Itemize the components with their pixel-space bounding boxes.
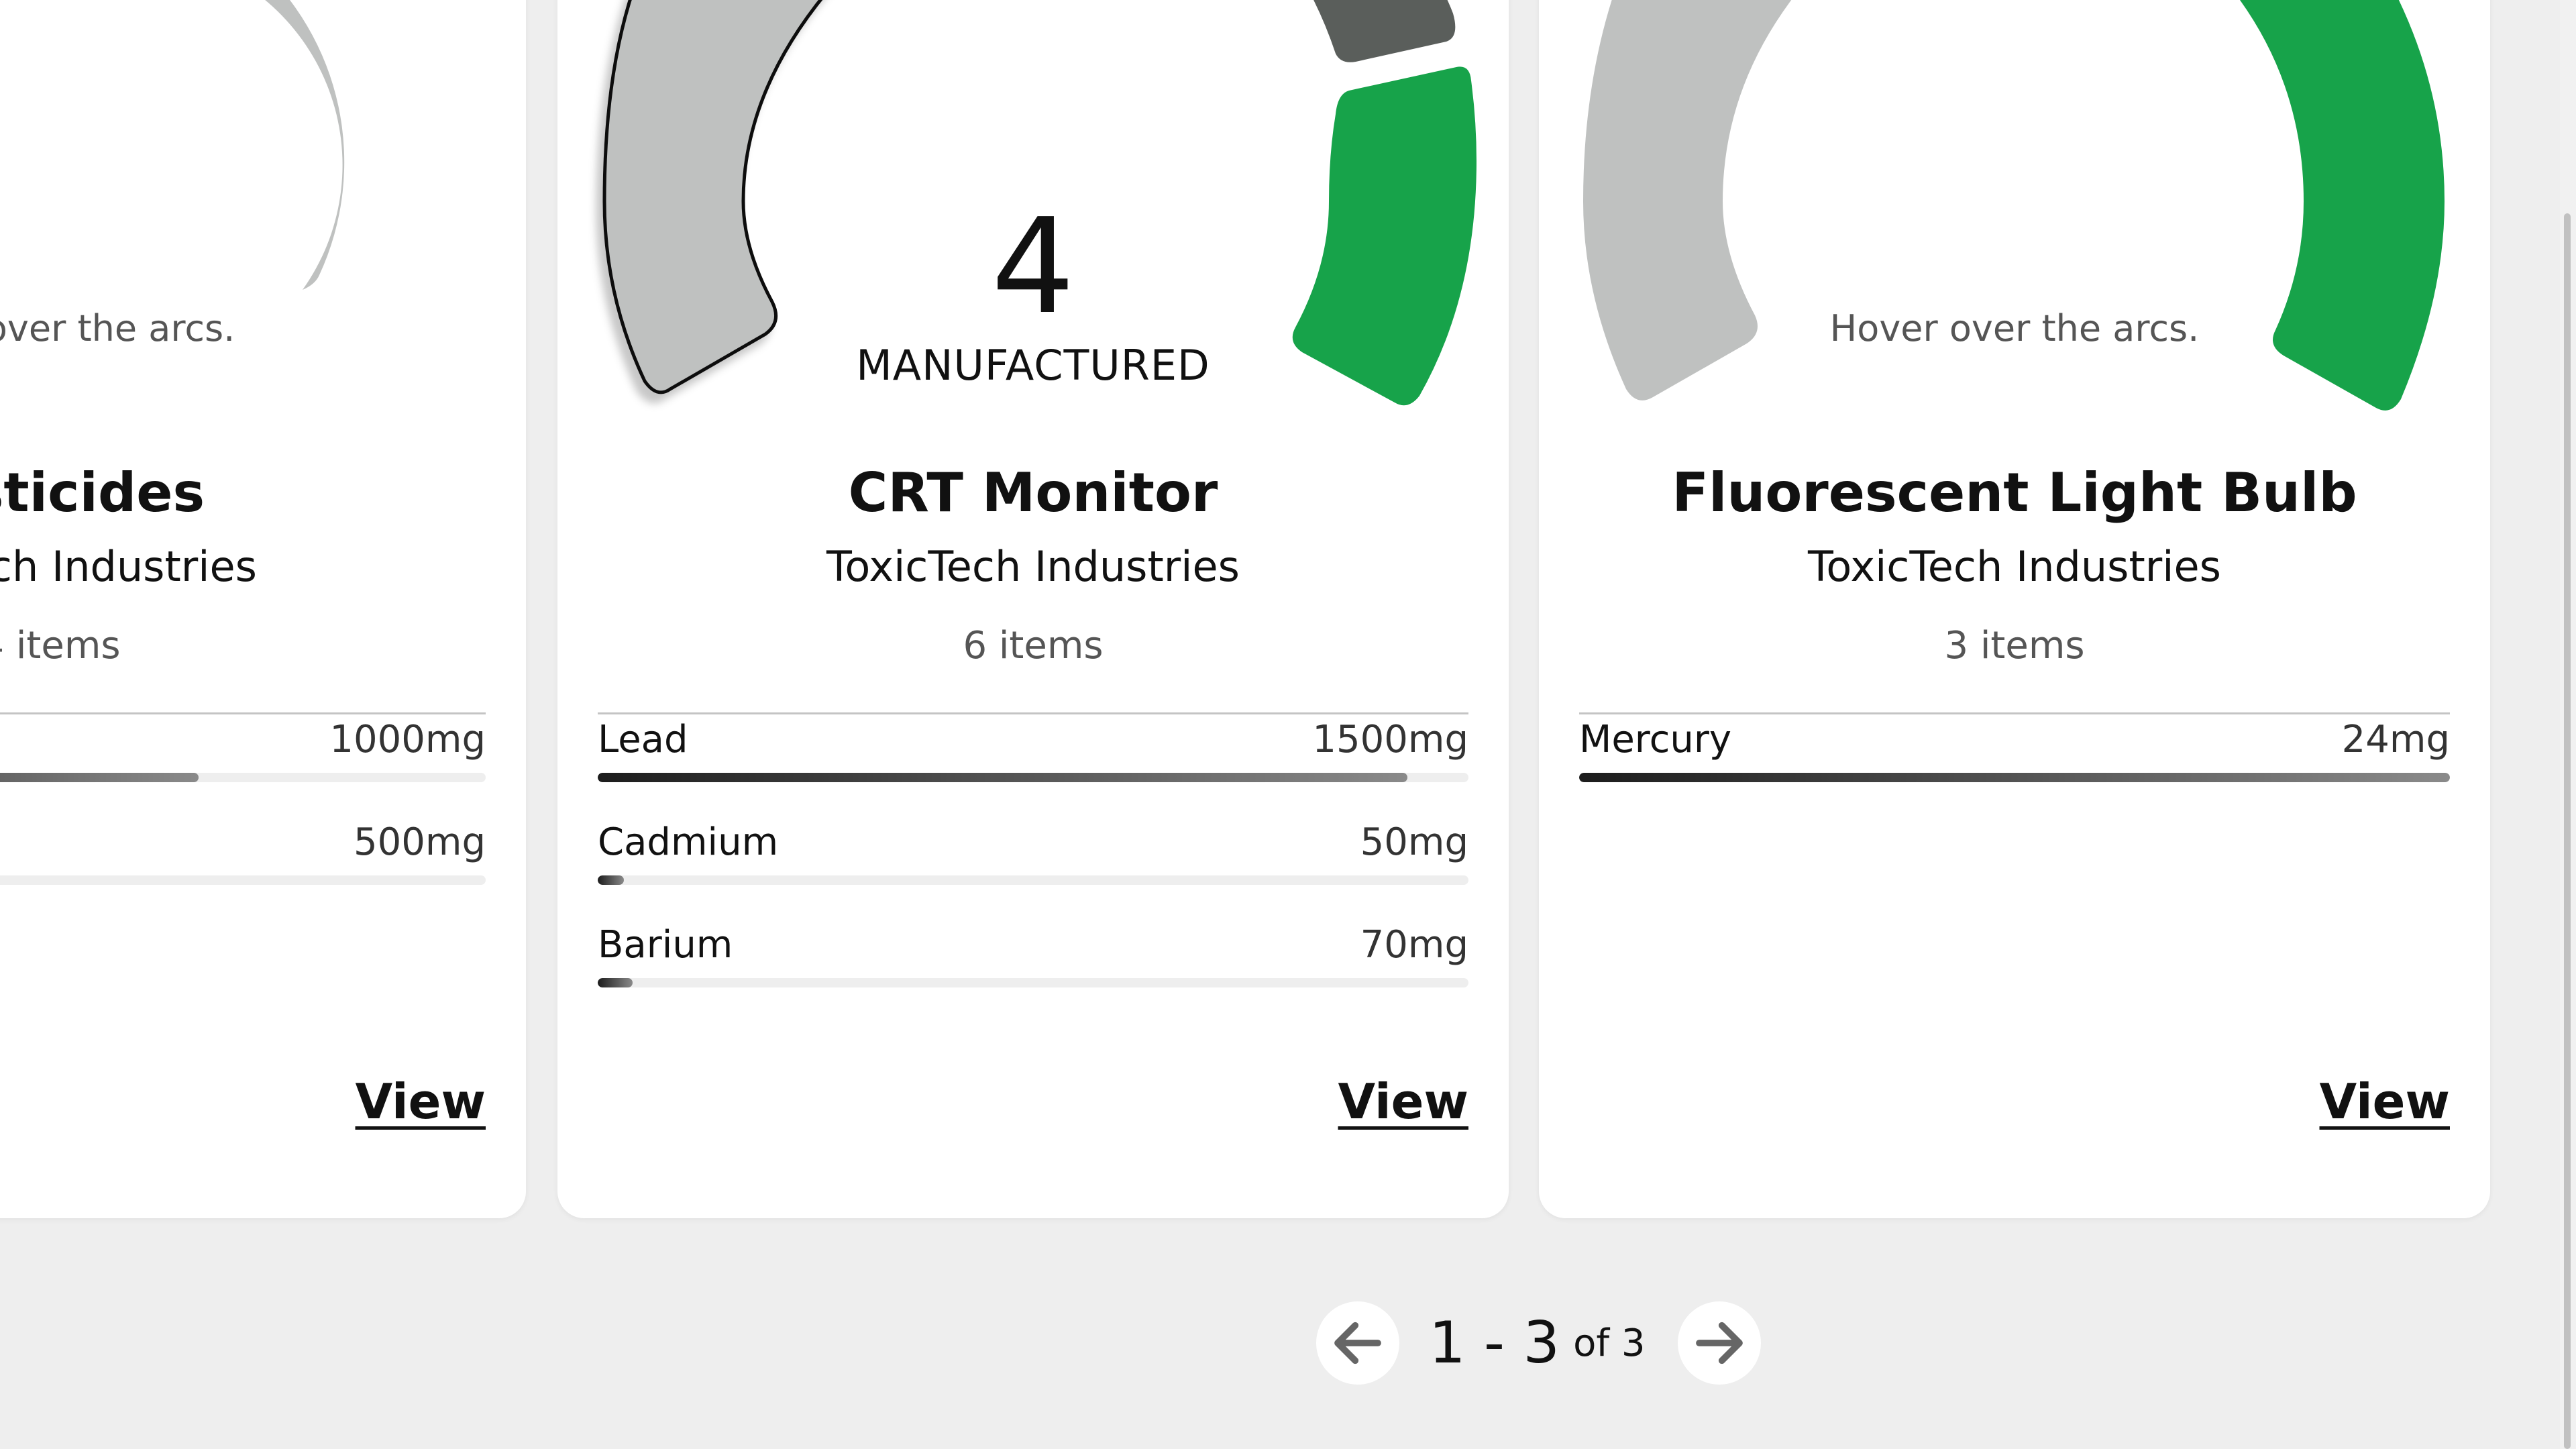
item-count: 4 items (0, 624, 121, 667)
substance-amount: 50mg (1360, 820, 1468, 864)
gauge-arc-gray-hovered[interactable] (602, 0, 853, 394)
substance-row: 1000mg (0, 718, 486, 785)
view-link[interactable]: View (1338, 1073, 1468, 1130)
product-card-crt-monitor: 4 MANUFACTURED CRT Monitor ToxicTech Ind… (557, 0, 1509, 1218)
substance-bar-track (0, 875, 486, 885)
gauge-center-label: MANUFACTURED (856, 341, 1210, 390)
substance-row: Cadmium 50mg (598, 820, 1468, 888)
substance-bar-fill (0, 773, 199, 782)
substance-row: Barium 70mg (598, 923, 1468, 990)
substance-bar-fill (598, 875, 624, 885)
item-count: 6 items (963, 624, 1104, 667)
card-divider (0, 712, 486, 714)
arrow-right-icon (1695, 1322, 1743, 1364)
substance-bar-fill (598, 978, 633, 987)
gauge-center-count: 4 (991, 191, 1075, 343)
pagination-total: of 3 (1573, 1321, 1646, 1365)
product-carousel: Hover over the arcs. Pesticides ToxicTec… (0, 0, 2576, 1449)
product-title: CRT Monitor (848, 462, 1218, 524)
substance-name: Lead (598, 718, 688, 761)
gauge-hover-hint: Hover over the arcs. (1829, 307, 2200, 350)
substance-name: Cadmium (598, 820, 779, 864)
gauge-chart (1583, 0, 2445, 411)
substance-amount: 70mg (1360, 923, 1468, 967)
substance-name: Barium (598, 923, 733, 967)
card-divider (1579, 712, 2450, 714)
product-title: Fluorescent Light Bulb (1672, 462, 2357, 524)
arrow-left-icon (1334, 1322, 1381, 1364)
gauge-arc-gray[interactable] (191, 0, 345, 290)
substance-bar-track (0, 773, 486, 782)
substance-bar-fill (1579, 773, 2450, 782)
gauge-chart (191, 0, 345, 290)
substance-amount: 500mg (354, 820, 486, 864)
card-divider (598, 712, 1468, 714)
substance-row: 500mg (0, 820, 486, 888)
gauge-hover-hint: Hover over the arcs. (0, 307, 235, 350)
pagination-range: 1 - 3 (1429, 1309, 1560, 1377)
product-title: Pesticides (0, 462, 205, 524)
substance-bar-track (1579, 773, 2450, 782)
substance-amount: 24mg (2341, 718, 2450, 761)
view-link[interactable]: View (356, 1073, 486, 1130)
scrollbar-thumb[interactable] (2564, 213, 2571, 1449)
previous-page-button[interactable] (1316, 1301, 1399, 1385)
substance-row: Mercury 24mg (1579, 718, 2450, 785)
product-card-pesticides: Hover over the arcs. Pesticides ToxicTec… (0, 0, 526, 1218)
view-link[interactable]: View (2320, 1073, 2450, 1130)
product-card-fluorescent-light-bulb: Hover over the arcs. Fluorescent Light B… (1539, 0, 2490, 1218)
substance-name: Mercury (1579, 718, 1732, 761)
gauge-arc-dark[interactable] (1292, 0, 1456, 62)
product-manufacturer: ToxicTech Industries (1808, 542, 2221, 591)
substance-bar-track (598, 773, 1468, 782)
product-manufacturer: ToxicTech Industries (826, 542, 1240, 591)
substance-row: Lead 1500mg (598, 718, 1468, 785)
product-manufacturer: ToxicTech Industries (0, 542, 257, 591)
pagination: 1 - 3 of 3 (1316, 1301, 1761, 1385)
substance-amount: 1500mg (1312, 718, 1468, 761)
substance-bar-fill (598, 773, 1408, 782)
substance-amount: 1000mg (329, 718, 486, 761)
vertical-scrollbar[interactable] (2560, 0, 2576, 1449)
next-page-button[interactable] (1677, 1301, 1761, 1385)
substance-bar-track (598, 875, 1468, 885)
substance-bar-track (598, 978, 1468, 987)
item-count: 3 items (1944, 624, 2085, 667)
